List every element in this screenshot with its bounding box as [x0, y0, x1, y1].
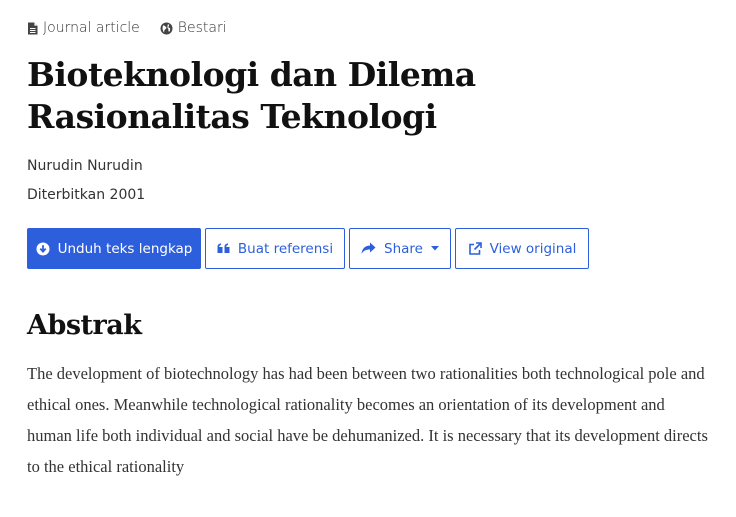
article-title: Bioteknologi dan Dilema Rasionalitas Tek… — [27, 55, 476, 136]
article-source-label[interactable]: Bestari — [178, 20, 227, 36]
download-fulltext-label: Unduh teks lengkap — [57, 240, 193, 257]
abstract-heading: Abstrak — [27, 310, 142, 341]
publication-date: Diterbitkan 2001 — [27, 187, 146, 203]
view-original-label: View original — [489, 240, 577, 257]
cite-label: Buat referensi — [237, 240, 334, 257]
article-source: Bestari — [160, 20, 227, 36]
share-arrow-icon — [361, 242, 376, 255]
action-buttons: Unduh teks lengkap Buat referensi Share — [27, 228, 589, 269]
article-author[interactable]: Nurudin Nurudin — [27, 158, 143, 174]
article-type-label: Journal article — [43, 20, 140, 36]
share-label: Share — [384, 240, 423, 257]
quote-icon — [217, 243, 230, 254]
caret-down-icon — [430, 246, 439, 251]
external-link-icon — [468, 241, 482, 256]
article-type: Journal article — [27, 20, 140, 36]
article-meta: Journal article Bestari — [27, 20, 227, 36]
cite-button[interactable]: Buat referensi — [205, 228, 345, 269]
share-button[interactable]: Share — [349, 228, 451, 269]
abstract-text: The development of biotechnology has had… — [27, 364, 708, 476]
document-icon — [27, 22, 38, 35]
download-circle-icon — [36, 242, 50, 256]
download-fulltext-button[interactable]: Unduh teks lengkap — [27, 228, 201, 269]
view-original-button[interactable]: View original — [455, 228, 589, 269]
globe-icon — [160, 22, 173, 35]
